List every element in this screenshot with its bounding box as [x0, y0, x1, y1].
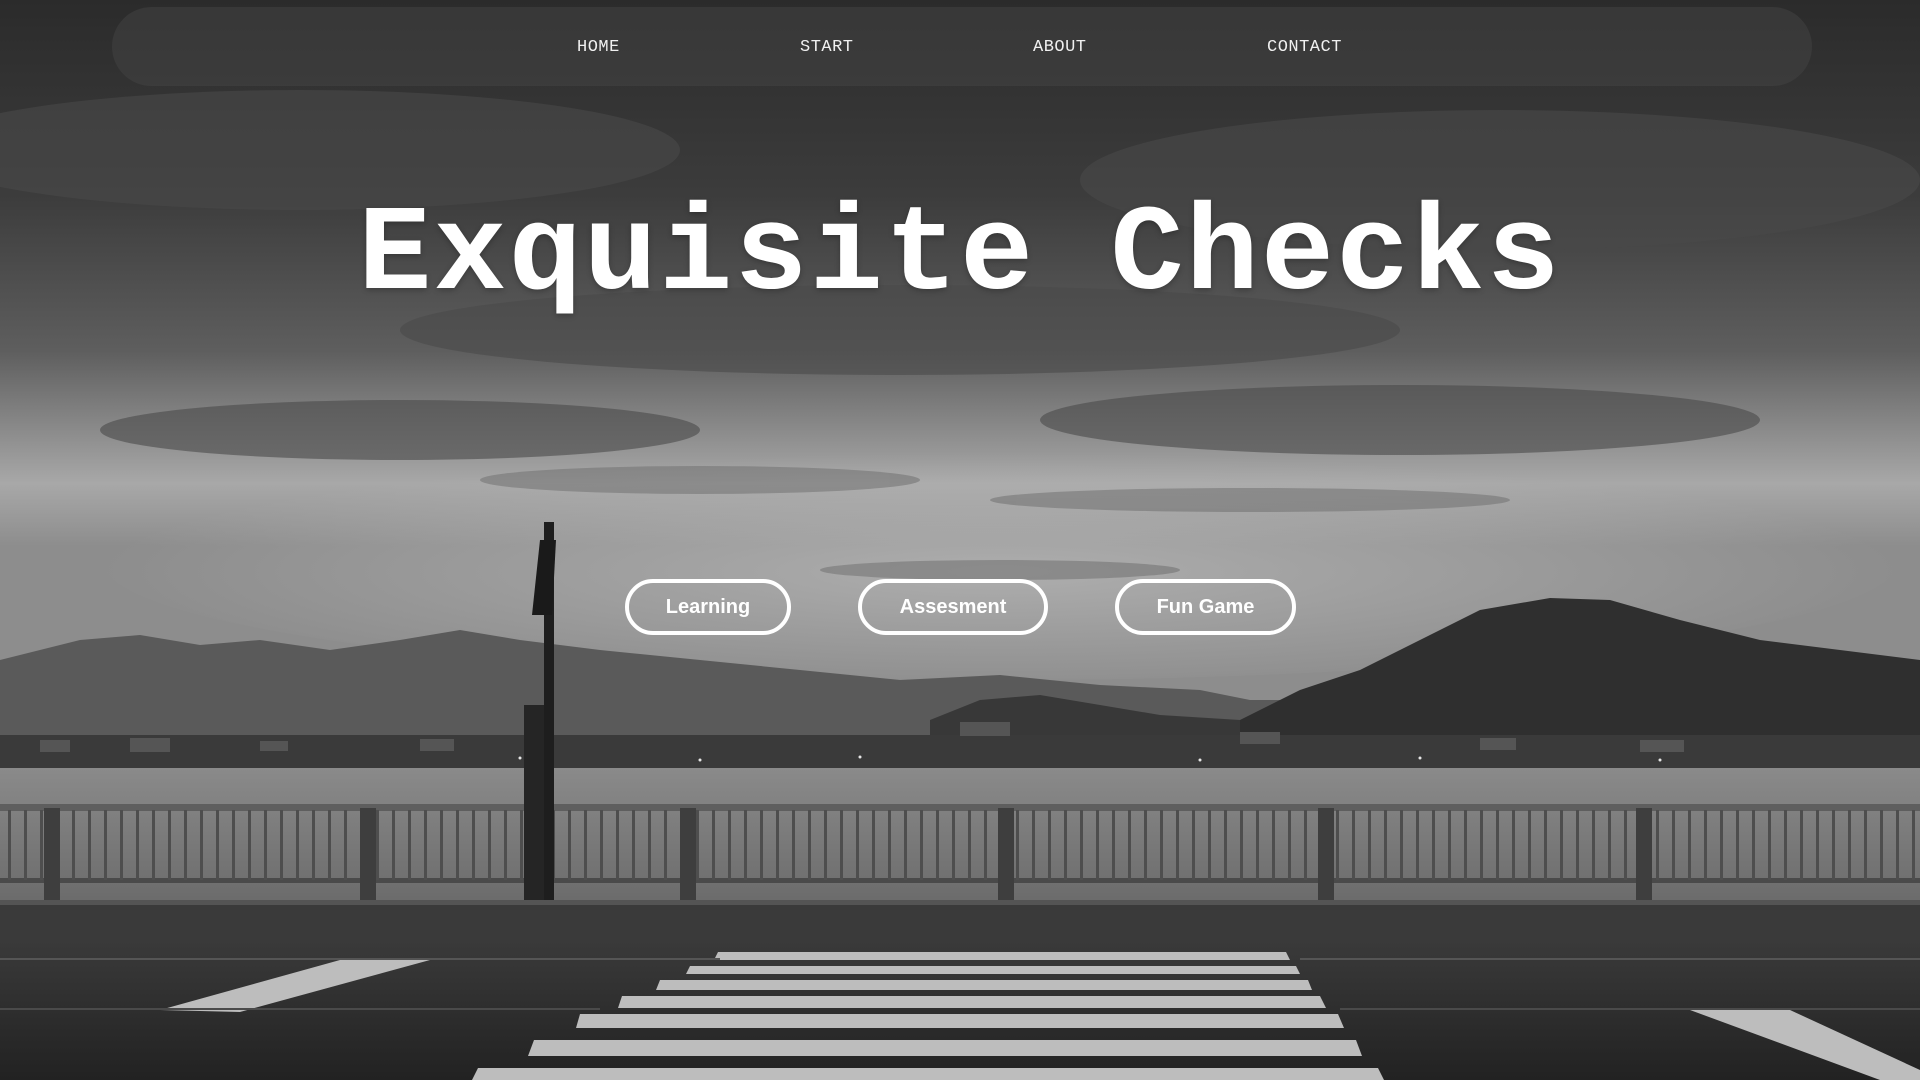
learning-button[interactable]: Learning — [625, 579, 791, 635]
nav-contact-link[interactable]: CONTACT — [1267, 38, 1342, 57]
navbar — [112, 7, 1812, 86]
seaside-photo — [0, 0, 1920, 1080]
nav-about-link[interactable]: ABOUT — [1033, 38, 1087, 57]
page-title: Exquisite Checks — [358, 186, 1562, 325]
nav-home-link[interactable]: HOME — [577, 38, 620, 57]
fun-game-button[interactable]: Fun Game — [1115, 579, 1296, 635]
nav-start-link[interactable]: START — [800, 38, 854, 57]
assesment-button[interactable]: Assesment — [858, 579, 1048, 635]
hero-background — [0, 0, 1920, 1080]
